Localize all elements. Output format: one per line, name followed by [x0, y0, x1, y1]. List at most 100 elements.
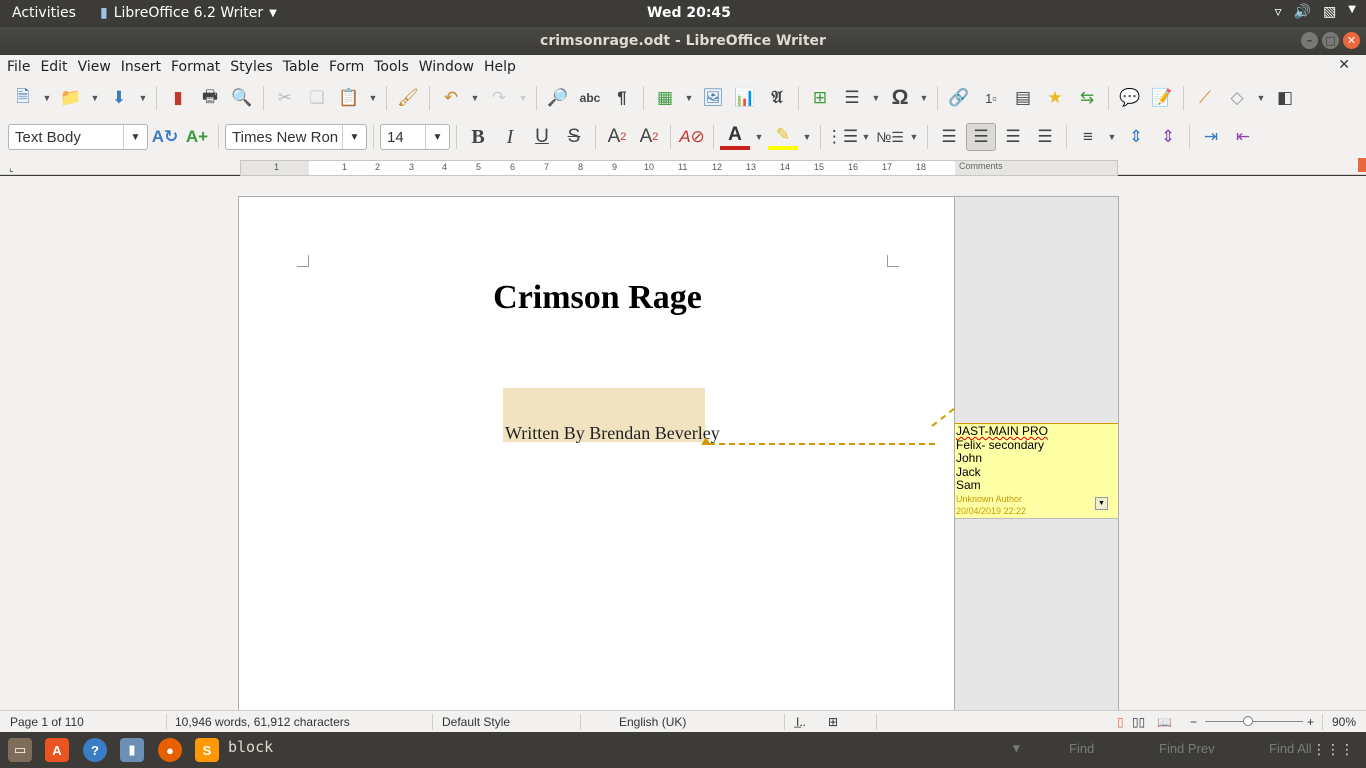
- numbering-dropdown-icon[interactable]: ▼: [907, 123, 921, 151]
- open-folder-icon[interactable]: 📁: [56, 84, 86, 112]
- menu-styles[interactable]: Styles: [225, 59, 277, 75]
- insert-mode-icon[interactable]: I̲..: [796, 715, 806, 729]
- single-page-view-icon[interactable]: ▯: [1117, 715, 1124, 729]
- save-icon[interactable]: ⬇: [104, 84, 134, 112]
- special-char-dropdown-icon[interactable]: ▼: [917, 84, 931, 112]
- highlight-dropdown-icon[interactable]: ▼: [800, 123, 814, 151]
- insert-comment-icon[interactable]: 💬: [1115, 84, 1145, 112]
- basic-shapes-icon[interactable]: ◇: [1222, 84, 1252, 112]
- special-character-icon[interactable]: Ω: [885, 84, 915, 112]
- underline-button[interactable]: U: [527, 123, 557, 151]
- justify-icon[interactable]: ☰: [1030, 123, 1060, 151]
- files-app-icon[interactable]: ▭: [8, 738, 32, 762]
- decrease-indent-icon[interactable]: ⇤: [1228, 123, 1258, 151]
- chevron-down-icon[interactable]: ▼: [425, 125, 449, 149]
- decrease-paragraph-spacing-icon[interactable]: ⇕: [1153, 123, 1183, 151]
- print-preview-icon[interactable]: 🔍: [227, 84, 257, 112]
- close-document-icon[interactable]: ✕: [1338, 57, 1350, 73]
- strikethrough-button[interactable]: S: [559, 123, 589, 151]
- new-dropdown-icon[interactable]: ▼: [40, 84, 54, 112]
- sublime-text-icon[interactable]: S: [195, 738, 219, 762]
- clock[interactable]: Wed 20:45: [647, 5, 731, 21]
- footnote-icon[interactable]: 1▫: [976, 84, 1006, 112]
- font-color-dropdown-icon[interactable]: ▼: [752, 123, 766, 151]
- highlight-color-icon[interactable]: ✎: [768, 124, 798, 150]
- table-dropdown-icon[interactable]: ▼: [682, 84, 696, 112]
- insert-page-break-icon[interactable]: ⊞: [805, 84, 835, 112]
- unordered-list-icon[interactable]: ⋮☰: [826, 123, 858, 151]
- align-center-icon[interactable]: ☰: [966, 123, 996, 151]
- comment-note[interactable]: JAST-MAIN PRO Felix- secondary John Jack…: [955, 423, 1118, 519]
- bold-button[interactable]: B: [463, 123, 493, 151]
- print-icon[interactable]: 🖶: [195, 84, 225, 112]
- header-footer-icon[interactable]: ▤: [1008, 84, 1038, 112]
- menu-file[interactable]: File: [2, 59, 35, 75]
- wifi-icon[interactable]: ▿: [1275, 4, 1282, 20]
- menu-table[interactable]: Table: [278, 59, 324, 75]
- hyperlink-icon[interactable]: 🔗: [944, 84, 974, 112]
- line-spacing-dropdown-icon[interactable]: ▼: [1105, 123, 1119, 151]
- software-center-icon[interactable]: A: [45, 738, 69, 762]
- clone-formatting-icon[interactable]: 🖌: [393, 84, 423, 112]
- writer-app-icon[interactable]: ▮: [120, 738, 144, 762]
- chevron-down-icon[interactable]: ▼: [342, 125, 366, 149]
- insert-chart-icon[interactable]: 📊: [730, 84, 760, 112]
- insert-image-icon[interactable]: 🖼: [698, 84, 728, 112]
- zoom-out-icon[interactable]: −: [1190, 715, 1197, 729]
- font-name-combo[interactable]: Times New Ron ▼: [225, 124, 367, 150]
- paragraph-style-combo[interactable]: Text Body ▼: [8, 124, 148, 150]
- battery-icon[interactable]: ▧: [1323, 4, 1336, 20]
- find-button[interactable]: Find: [1069, 741, 1094, 756]
- page-count[interactable]: Page 1 of 110: [10, 715, 84, 729]
- document-page[interactable]: Crimson Rage Written By Brendan Beverley: [238, 196, 955, 716]
- font-size-combo[interactable]: 14 ▼: [380, 124, 450, 150]
- save-dropdown-icon[interactable]: ▼: [136, 84, 150, 112]
- menu-form[interactable]: Form: [324, 59, 369, 75]
- selection-mode-icon[interactable]: ⊞: [828, 715, 838, 729]
- sidebar-toggle[interactable]: [1358, 158, 1366, 172]
- zoom-slider[interactable]: [1205, 721, 1303, 722]
- insert-line-icon[interactable]: ⟋: [1190, 84, 1220, 112]
- menu-insert[interactable]: Insert: [116, 59, 166, 75]
- formatting-marks-icon[interactable]: ¶: [607, 84, 637, 112]
- language[interactable]: English (UK): [619, 715, 686, 729]
- redo-dropdown-icon[interactable]: ▼: [516, 84, 530, 112]
- superscript-button[interactable]: A2: [602, 123, 632, 151]
- menu-edit[interactable]: Edit: [35, 59, 72, 75]
- undo-icon[interactable]: ↶: [436, 84, 466, 112]
- redo-icon[interactable]: ↷: [484, 84, 514, 112]
- menu-format[interactable]: Format: [166, 59, 225, 75]
- line-spacing-icon[interactable]: ≡: [1073, 123, 1103, 151]
- insert-textbox-icon[interactable]: 𝔄: [762, 84, 792, 112]
- menu-tools[interactable]: Tools: [369, 59, 414, 75]
- page-style[interactable]: Default Style: [442, 715, 510, 729]
- copy-icon[interactable]: ❏: [302, 84, 332, 112]
- align-right-icon[interactable]: ☰: [998, 123, 1028, 151]
- paste-dropdown-icon[interactable]: ▼: [366, 84, 380, 112]
- close-window-button[interactable]: ✕: [1343, 32, 1360, 49]
- shapes-dropdown-icon[interactable]: ▼: [1254, 84, 1268, 112]
- minimize-button[interactable]: –: [1301, 32, 1318, 49]
- new-document-icon[interactable]: 🗎: [8, 84, 38, 112]
- maximize-button[interactable]: □: [1322, 32, 1339, 49]
- zoom-slider-thumb[interactable]: [1243, 716, 1253, 726]
- find-prev-button[interactable]: Find Prev: [1159, 741, 1215, 756]
- show-applications-icon[interactable]: ⋮⋮⋮: [1312, 741, 1354, 758]
- chevron-down-icon[interactable]: ▼: [1013, 741, 1020, 755]
- book-view-icon[interactable]: 📖: [1157, 715, 1172, 729]
- bullets-dropdown-icon[interactable]: ▼: [859, 123, 873, 151]
- open-dropdown-icon[interactable]: ▼: [88, 84, 102, 112]
- document-title[interactable]: Crimson Rage: [239, 279, 956, 317]
- help-icon[interactable]: ?: [83, 738, 107, 762]
- cross-reference-icon[interactable]: ⇆: [1072, 84, 1102, 112]
- spellcheck-icon[interactable]: abc: [575, 84, 605, 112]
- comment-menu-button[interactable]: ▼: [1095, 497, 1108, 510]
- insert-field-icon[interactable]: ☰: [837, 84, 867, 112]
- font-color-icon[interactable]: A: [720, 124, 750, 150]
- cut-icon[interactable]: ✂: [270, 84, 300, 112]
- find-input[interactable]: block ▼: [222, 735, 1028, 763]
- update-style-icon[interactable]: A↻: [150, 123, 180, 151]
- horizontal-ruler[interactable]: 1 1 2 3 4 5 6 7 8 9 10 11 12 13 14 15 16…: [240, 160, 1118, 176]
- align-left-icon[interactable]: ☰: [934, 123, 964, 151]
- italic-button[interactable]: I: [495, 123, 525, 151]
